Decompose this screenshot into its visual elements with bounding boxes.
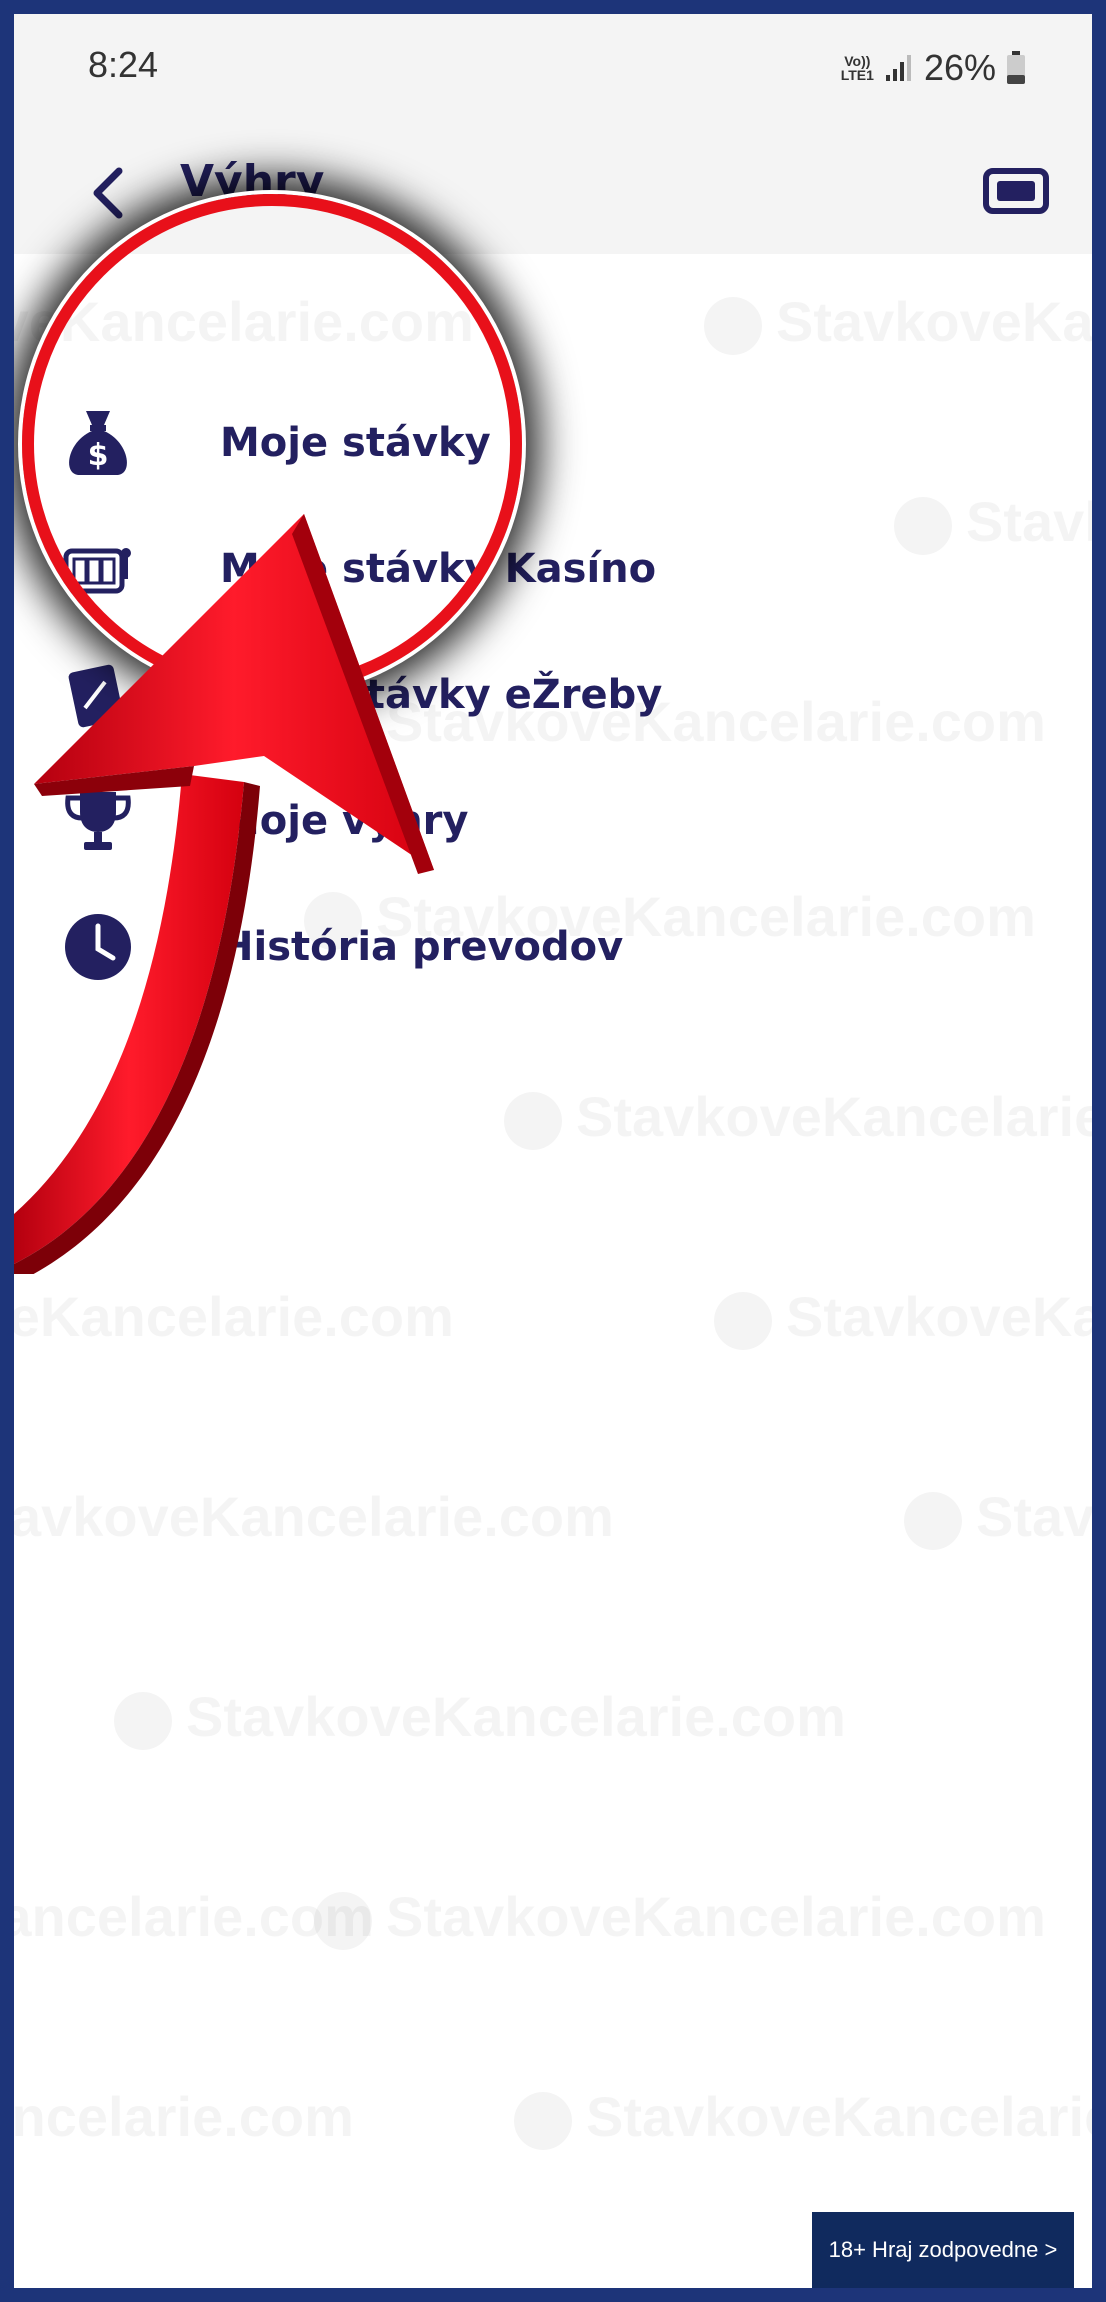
ticket-icon: [983, 168, 1049, 214]
watermark: StavkoveKancelarie.com: [14, 1884, 374, 1949]
menu-item-scratch-bets[interactable]: Moje stávky eŽreby: [14, 640, 1092, 750]
watermark: StavkoveKancelarie.com: [504, 1084, 1092, 1151]
watermark: StavkoveKancelarie.com: [904, 1484, 1092, 1551]
watermark: StavkoveKancelarie.com: [114, 1684, 846, 1751]
watermark: StavkoveKancelarie.com: [704, 289, 1092, 356]
signal-icon: [885, 55, 911, 81]
menu-item-my-bets[interactable]: $ Moje stávky: [14, 388, 1092, 498]
watermark: StavkoveKancelarie.com: [314, 1884, 1046, 1951]
watermark: StavkoveKancelarie.com: [14, 289, 474, 354]
volte-indicator: Vo)) LTE1: [841, 54, 874, 82]
menu-item-label: História prevodov: [220, 924, 624, 970]
status-indicators: Vo)) LTE1 26%: [841, 46, 1026, 90]
responsible-gaming-badge[interactable]: 18+ Hraj zodpovedne >: [812, 2212, 1074, 2288]
battery-percent: 26%: [923, 47, 996, 88]
menu-item-my-wins[interactable]: Moje výhry: [14, 766, 1092, 876]
app-bar: Výhry: [14, 134, 1092, 254]
menu-item-transfer-history[interactable]: História prevodov: [14, 892, 1092, 1002]
status-time: 8:24: [88, 44, 159, 85]
watermark: StavkoveKancelarie.com: [14, 1284, 454, 1349]
menu-item-label: Moje stávky: [220, 420, 491, 466]
watermark: StavkoveKancelarie.com: [714, 1284, 1092, 1351]
menu-item-label: Moje stávky Kasíno: [220, 546, 657, 592]
status-bar: 8:24 Vo)) LTE1 26%: [14, 14, 1092, 134]
menu-item-label: Moje výhry: [220, 798, 469, 844]
money-bag-icon: $: [58, 403, 138, 483]
svg-text:$: $: [88, 438, 109, 473]
ticket-button[interactable]: [976, 156, 1056, 226]
back-button[interactable]: [74, 158, 144, 228]
slot-machine-icon: [58, 529, 138, 609]
clock-icon: [58, 907, 138, 987]
watermark: StavkoveKancelarie.com: [14, 2084, 354, 2149]
scratch-card-icon: [58, 655, 138, 735]
page-title: Výhry: [180, 156, 325, 207]
volte-top: Vo)): [844, 53, 871, 69]
battery-icon: [1007, 51, 1025, 84]
menu-item-casino-bets[interactable]: Moje stávky Kasíno: [14, 514, 1092, 624]
phone-screen: StavkoveKancelarie.com StavkoveKancelari…: [14, 14, 1092, 2288]
menu-item-label: Moje stávky eŽreby: [220, 672, 663, 718]
volte-bottom: LTE1: [840, 67, 874, 83]
watermark: StavkoveKancelarie.com: [514, 2084, 1092, 2151]
trophy-icon: [58, 781, 138, 861]
chevron-left-icon: [93, 167, 123, 219]
watermark: StavkoveKancelarie.com: [14, 1484, 614, 1549]
